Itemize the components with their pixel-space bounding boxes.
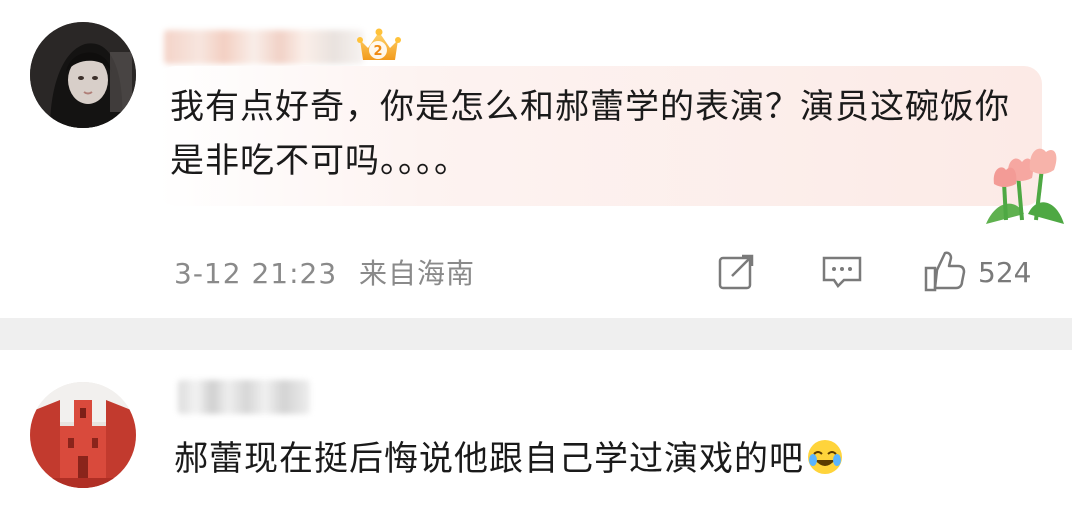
- like-count: 524: [978, 255, 1032, 289]
- reply-button[interactable]: [820, 250, 864, 294]
- comment-timestamp: 3-12 21:23: [174, 257, 338, 290]
- thumbs-up-icon: [924, 251, 966, 292]
- comment-item: 2 我有点好奇，你是怎么和郝蕾学的表演？演员这碗饭你是非吃不可吗。。。。 3-1…: [0, 0, 1072, 318]
- comment-location: 来自海南: [359, 257, 476, 290]
- comment-text: 我有点好奇，你是怎么和郝蕾学的表演？演员这碗饭你是非吃不可吗。。。。: [170, 87, 1010, 181]
- avatar-building-icon: [30, 382, 136, 488]
- section-divider: [0, 318, 1072, 350]
- username-blurred[interactable]: [178, 380, 310, 414]
- share-button[interactable]: [716, 250, 756, 294]
- tulip-flower-icon: [976, 140, 1066, 224]
- comment-item: 郝蕾现在挺后悔说他跟自己学过演戏的吧: [174, 432, 1034, 486]
- vip-crown-badge-icon[interactable]: 2: [356, 26, 402, 66]
- username-blurred[interactable]: [164, 30, 364, 64]
- user-avatar[interactable]: [30, 382, 136, 488]
- svg-text:2: 2: [373, 44, 382, 59]
- comment-icon: [822, 256, 862, 288]
- comment-text: 郝蕾现在挺后悔说他跟自己学过演戏的吧: [174, 439, 804, 479]
- laugh-cry-emoji-icon: [806, 438, 844, 476]
- avatar-woman-icon: [30, 22, 136, 128]
- comment-meta: 3-12 21:23 来自海南: [174, 252, 475, 292]
- share-edit-icon: [718, 254, 754, 290]
- user-avatar[interactable]: [30, 22, 136, 128]
- like-button[interactable]: 524: [922, 250, 1031, 294]
